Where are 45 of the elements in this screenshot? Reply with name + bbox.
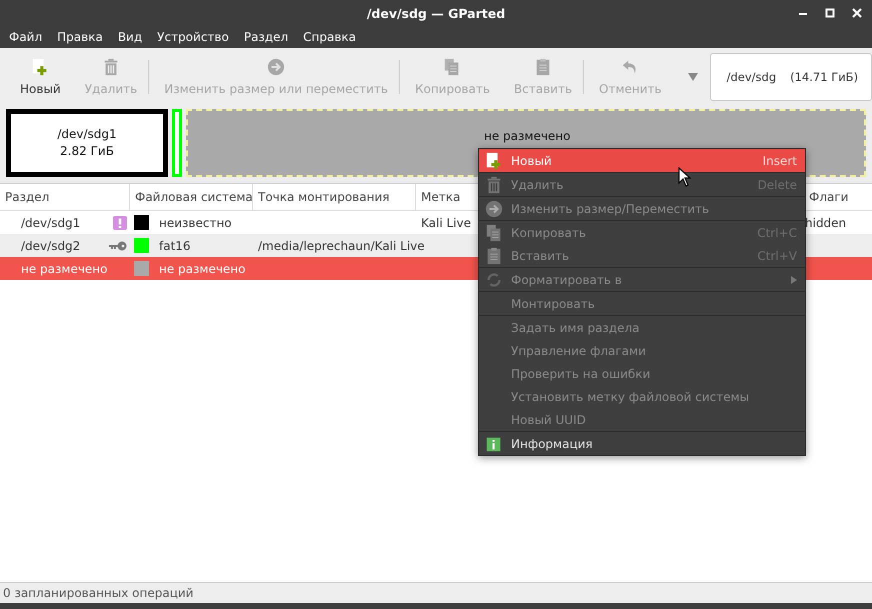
menu-item[interactable]: Правка [57, 30, 103, 44]
new-partition-icon [31, 58, 50, 76]
clipboard-icon [534, 58, 552, 76]
arrow-right-icon [485, 200, 503, 218]
table-cell: /dev/sdg1 [21, 216, 80, 230]
table-cell: hidden [805, 216, 846, 230]
table-cell: /dev/sdg2 [21, 238, 80, 252]
clipboard-icon [485, 246, 503, 264]
table-cell: /media/leprechaun/Kali Live [258, 238, 425, 252]
copy-icon [443, 58, 462, 76]
mouse-cursor-icon [678, 167, 691, 187]
dropdown-arrow-icon[interactable] [688, 72, 698, 80]
table-cell: не размечено [159, 262, 246, 276]
column-header[interactable]: Флаги [804, 184, 872, 210]
table-cell: Kali Live [421, 216, 471, 230]
window-title: /dev/sdg — GParted [366, 6, 506, 20]
column-header[interactable]: Раздел [0, 184, 130, 210]
column-header[interactable]: Файловая система [130, 184, 253, 210]
status-text: 0 запланированных операций [3, 586, 194, 600]
menu-item[interactable]: Файл [9, 30, 42, 44]
new-partition-icon [485, 152, 503, 170]
menu-item[interactable]: Справка [303, 30, 356, 44]
toolbar-button[interactable]: Новый [8, 50, 73, 102]
menu-item[interactable]: Информация [479, 432, 805, 455]
table-cell: неизвестно [159, 216, 232, 230]
partition-block[interactable]: /dev/sdg1 2.82 ГиБ [6, 109, 168, 177]
info-icon [485, 434, 503, 452]
key-icon [109, 240, 127, 250]
column-header[interactable]: Точка монтирования [253, 184, 416, 210]
menu-item[interactable]: Вид [118, 30, 142, 44]
maximize-icon[interactable] [825, 8, 835, 18]
refresh-icon [485, 270, 503, 288]
submenu-arrow-icon [791, 276, 797, 284]
arrow-right-icon [267, 58, 286, 76]
menu-item[interactable]: Раздел [244, 30, 288, 44]
menu-item[interactable]: Новый Insert [479, 149, 805, 173]
close-icon[interactable] [852, 8, 862, 18]
table-cell: fat16 [159, 238, 191, 252]
trash-icon [102, 58, 120, 76]
device-selector[interactable]: /dev/sdg (14.71 ГиБ) [710, 52, 872, 100]
trash-icon [485, 176, 503, 194]
warning-icon [113, 216, 127, 230]
menu-item[interactable]: Устройство [157, 30, 229, 44]
copy-icon [485, 224, 503, 242]
table-cell: не размечено [21, 262, 108, 276]
